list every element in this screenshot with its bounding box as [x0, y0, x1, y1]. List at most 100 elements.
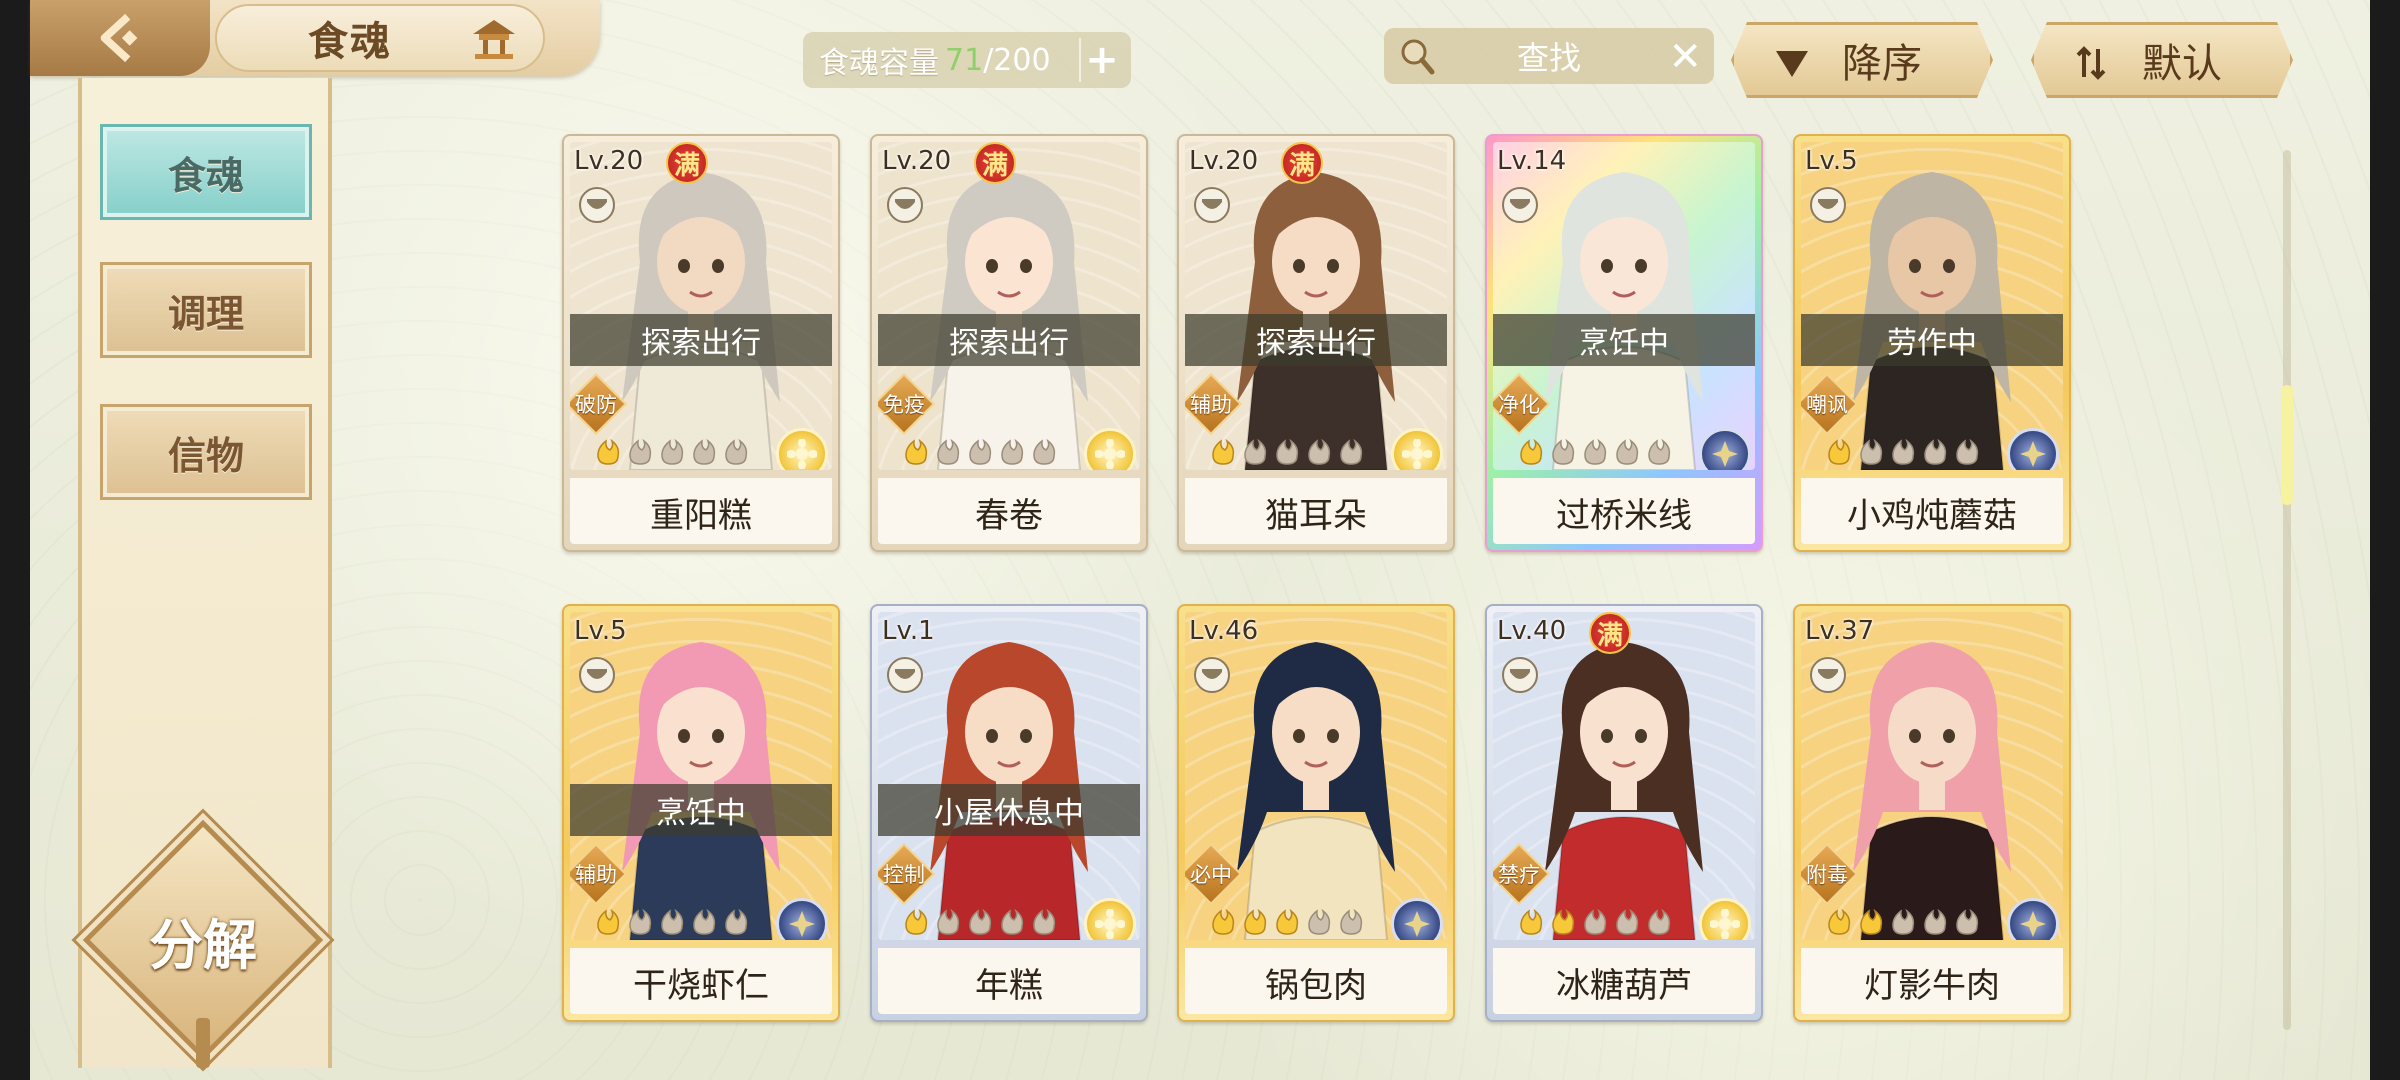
sort-order-button[interactable]: 降序 — [1731, 22, 1993, 98]
food-soul-card[interactable]: Lv.5 劳作中 嘲讽小鸡炖蘑菇 — [1793, 134, 2071, 552]
flame-star-empty-icon — [1308, 908, 1331, 935]
scrollbar-track[interactable] — [2283, 150, 2291, 1030]
role-label: 净化 — [1498, 393, 1540, 417]
flame-star-empty-icon — [937, 908, 960, 935]
card-level: Lv.40 — [1497, 616, 1567, 646]
flame-star-empty-icon — [969, 438, 992, 465]
back-button[interactable] — [30, 0, 210, 76]
card-level: Lv.20 — [882, 146, 952, 176]
food-soul-card[interactable]: Lv.14 烹饪中 净化过桥米线 — [1485, 134, 1763, 552]
food-soul-card[interactable]: Lv.37 附毒 灯影牛肉 — [1793, 604, 2071, 1022]
card-portrait: Lv.1 小屋休息中 控制 — [878, 612, 1140, 940]
flame-star-empty-icon — [1892, 908, 1915, 935]
sidebar-item-conditioning[interactable]: 调理 — [100, 262, 312, 358]
flame-star-empty-icon — [1616, 908, 1639, 935]
back-arrow-icon — [100, 13, 138, 63]
flame-star-empty-icon — [629, 908, 652, 935]
decompose-label[interactable]: 分解 — [118, 895, 288, 985]
flame-star-filled-icon — [1276, 908, 1299, 935]
role-badge: 必中 — [1185, 842, 1243, 906]
card-name: 年糕 — [975, 965, 1043, 1006]
capacity-current: 71 — [945, 42, 984, 78]
role-label: 免疫 — [883, 393, 925, 417]
role-label: 禁疗 — [1498, 863, 1540, 887]
star-rating — [1209, 908, 1365, 936]
sidebar-item-food-souls[interactable]: 食魂 — [100, 124, 312, 220]
home-pavilion-icon[interactable] — [469, 16, 519, 62]
flame-star-empty-icon — [1340, 438, 1363, 465]
capacity-label: 食魂容量 — [819, 46, 939, 81]
card-portrait: Lv.5 劳作中 嘲讽 — [1801, 142, 2063, 470]
flame-star-empty-icon — [1892, 438, 1915, 465]
card-level: Lv.46 — [1189, 616, 1259, 646]
card-name: 重阳糕 — [650, 495, 752, 536]
star-rating — [902, 438, 1058, 466]
food-soul-card[interactable]: Lv.5 烹饪中 辅助 干烧虾仁 — [562, 604, 840, 1022]
flame-star-empty-icon — [661, 438, 684, 465]
sort-mode-button[interactable]: 默认 — [2031, 22, 2293, 98]
screen-edge-right — [2370, 0, 2400, 1080]
card-status: 烹饪中 — [570, 784, 832, 836]
food-soul-card[interactable]: Lv.40 满禁疗 冰糖葫芦 — [1485, 604, 1763, 1022]
flame-star-empty-icon — [1648, 438, 1671, 465]
sidebar-item-tokens[interactable]: 信物 — [100, 404, 312, 500]
card-portrait: Lv.14 烹饪中 净化 — [1493, 142, 1755, 470]
flame-star-filled-icon — [905, 908, 928, 935]
flame-star-empty-icon — [693, 438, 716, 465]
card-portrait: Lv.20 满探索出行 辅助 — [1185, 142, 1447, 470]
flame-star-filled-icon — [1828, 438, 1851, 465]
title-pill: 食魂 — [215, 4, 545, 72]
clear-search-icon[interactable]: ✕ — [1668, 34, 1702, 80]
scrollbar-thumb[interactable] — [2281, 385, 2293, 505]
flame-star-empty-icon — [1956, 908, 1979, 935]
search-input[interactable]: 查找 — [1517, 33, 1581, 79]
max-level-badge: 满 — [1281, 142, 1323, 184]
flame-star-empty-icon — [693, 908, 716, 935]
card-level: Lv.20 — [574, 146, 644, 176]
sidebar-item-label: 调理 — [167, 291, 244, 336]
food-soul-card[interactable]: Lv.20 满探索出行 免疫 春卷 — [870, 134, 1148, 552]
food-soul-card[interactable]: Lv.46 必中 锅包肉 — [1177, 604, 1455, 1022]
card-level: Lv.14 — [1497, 146, 1567, 176]
expand-capacity-button[interactable]: + — [1079, 37, 1123, 83]
role-badge: 禁疗 — [1493, 842, 1551, 906]
card-portrait: Lv.37 附毒 — [1801, 612, 2063, 940]
search-icon — [1401, 39, 1435, 75]
flame-star-filled-icon — [1552, 908, 1575, 935]
role-badge: 破防 — [570, 372, 628, 436]
card-level: Lv.37 — [1805, 616, 1875, 646]
bowl-icon — [1810, 187, 1846, 223]
max-level-badge: 满 — [974, 142, 1016, 184]
screen-edge-left — [0, 0, 30, 1080]
role-label: 辅助 — [1190, 393, 1232, 417]
flame-star-empty-icon — [1033, 438, 1056, 465]
food-soul-card[interactable]: Lv.1 小屋休息中 控制 年糕 — [870, 604, 1148, 1022]
food-soul-card[interactable]: Lv.20 满探索出行 辅助 猫耳朵 — [1177, 134, 1455, 552]
flame-star-empty-icon — [937, 438, 960, 465]
sort-arrows-icon — [2074, 45, 2110, 81]
food-soul-card[interactable]: Lv.20 满探索出行 破防 重阳糕 — [562, 134, 840, 552]
role-badge: 嘲讽 — [1801, 372, 1859, 436]
flame-star-empty-icon — [1552, 438, 1575, 465]
card-status: 小屋休息中 — [878, 784, 1140, 836]
card-name: 冰糖葫芦 — [1556, 965, 1692, 1006]
role-badge: 辅助 — [1185, 372, 1243, 436]
card-level: Lv.5 — [574, 616, 627, 646]
card-level: Lv.1 — [882, 616, 935, 646]
star-rating — [1517, 438, 1673, 466]
bowl-icon — [1194, 657, 1230, 693]
flame-star-filled-icon — [1520, 908, 1543, 935]
card-name: 小鸡炖蘑菇 — [1847, 495, 2017, 536]
flame-star-empty-icon — [1340, 908, 1363, 935]
star-rating — [1825, 908, 1981, 936]
flame-star-filled-icon — [1212, 908, 1235, 935]
card-portrait: Lv.20 满探索出行 免疫 — [878, 142, 1140, 470]
search-box[interactable]: 查找 ✕ — [1384, 28, 1714, 84]
flame-star-filled-icon — [597, 908, 620, 935]
flame-star-empty-icon — [1033, 908, 1056, 935]
sidebar-item-label: 食魂 — [167, 153, 244, 198]
flame-star-empty-icon — [1001, 908, 1024, 935]
card-name: 过桥米线 — [1556, 495, 1692, 536]
game-screen: 食魂 食魂容量 71 /200 + 查找 ✕ 降序 默认 食魂 调理 信物 分解… — [0, 0, 2400, 1080]
star-rating — [902, 908, 1058, 936]
